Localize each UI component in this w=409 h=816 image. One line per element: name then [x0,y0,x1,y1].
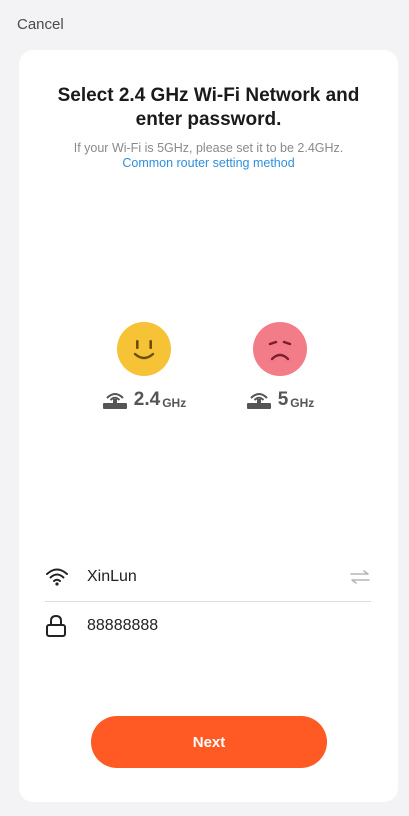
password-field[interactable]: 88888888 [45,601,371,651]
wifi-icon [45,563,73,591]
title-line-1: Select 2.4 GHz Wi-Fi Network and [57,85,360,106]
band-number: 2.4 [133,389,161,410]
switch-network-icon[interactable] [349,566,371,588]
happy-face-icon [117,322,171,376]
band-label-2-4: 2.4 GHz [89,390,199,410]
band-2-4ghz: 2.4 GHz [89,322,199,410]
sad-face-icon [253,322,307,376]
next-button[interactable]: Next [91,716,327,768]
title-line-2: enter password. [135,109,282,130]
content-card: Select 2.4 GHz Wi-Fi Network and enter p… [19,50,398,802]
router-icon [246,390,272,410]
subtitle: If your Wi-Fi is 5GHz, please set it to … [73,141,344,155]
wifi-name-value[interactable]: XinLun [87,568,349,586]
page-title: Select 2.4 GHz Wi-Fi Network and enter p… [19,84,398,132]
password-value[interactable]: 88888888 [87,617,371,635]
wifi-name-field[interactable]: XinLun [45,552,371,602]
band-label-5: 5 GHz [225,390,335,410]
wifi-setup-screen: Cancel Select 2.4 GHz Wi-Fi Network and … [0,0,409,816]
band-5ghz: 5 GHz [225,322,335,410]
lock-icon [45,612,73,640]
router-icon [102,390,128,410]
band-number: 5 [277,389,289,410]
cancel-button[interactable]: Cancel [17,16,64,33]
band-unit: GHz [162,396,187,410]
band-unit: GHz [290,396,315,410]
router-setting-link[interactable]: Common router setting method [19,156,398,171]
